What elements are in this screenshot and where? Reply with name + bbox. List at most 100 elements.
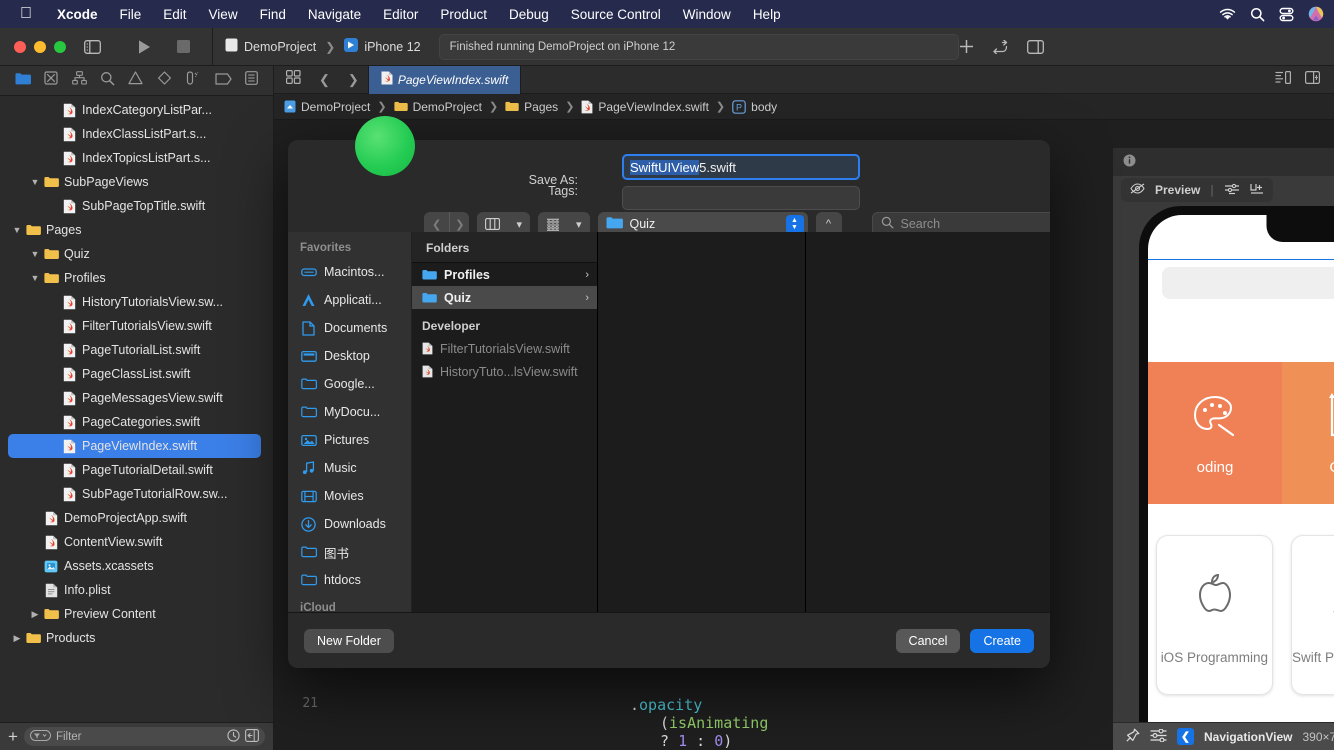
phone-screen[interactable]: 3 odingOfficeOthers iOS ProgrammingSwift… — [1148, 215, 1334, 750]
split-editor-icon[interactable] — [1300, 70, 1334, 89]
filename-input[interactable]: SwiftUIView 5.swift — [622, 154, 860, 180]
user-avatar-icon[interactable] — [1308, 6, 1324, 22]
file-tree-row[interactable]: PageMessagesView.swift — [0, 386, 273, 410]
file-browser-column-2[interactable] — [598, 232, 806, 612]
navigator-tab-bar[interactable] — [0, 66, 273, 96]
stop-icon[interactable] — [177, 40, 190, 53]
file-tree-row[interactable]: IndexClassListPart.s... — [0, 122, 273, 146]
filter-input[interactable]: Filter — [23, 727, 265, 746]
chevron-down-icon[interactable]: ▼ — [28, 249, 42, 259]
folder-icon[interactable] — [15, 72, 31, 90]
code-review-icon[interactable] — [992, 39, 1009, 54]
file-tree-row[interactable]: SubPageTutorialRow.sw... — [0, 482, 273, 506]
apple-icon[interactable]:  — [20, 6, 32, 22]
file-tree-row[interactable]: HistoryTutorialsView.sw... — [0, 290, 273, 314]
menu-item-xcode[interactable]: Xcode — [46, 7, 109, 22]
breadcrumb-item[interactable]: PageViewIndex.swift — [581, 100, 709, 114]
save-dialog[interactable]: Save As: SwiftUIView 5.swift Tags: ❮ ❯ ▾… — [288, 140, 1050, 668]
breakpoint-icon[interactable] — [215, 72, 232, 90]
breadcrumb-item[interactable]: DemoProject — [393, 100, 482, 114]
breadcrumb-item[interactable]: DemoProject — [284, 100, 370, 114]
save-dialog-sidebar[interactable]: Favorites Macintos... Applicati... Document… — [288, 232, 412, 612]
wifi-icon[interactable] — [1219, 8, 1236, 21]
file-tree-row[interactable]: SubPageTopTitle.swift — [0, 194, 273, 218]
file-tree-row[interactable]: PageClassList.swift — [0, 362, 273, 386]
file-row[interactable]: FilterTutorialsView.swift — [412, 337, 597, 360]
file-tree-row[interactable]: ▶ Preview Content — [0, 602, 273, 626]
create-button[interactable]: Create — [970, 628, 1034, 653]
tags-input[interactable] — [622, 186, 860, 210]
file-tree-row-selected[interactable]: PageViewIndex.swift — [8, 434, 261, 458]
editor-tab-pageviewindex[interactable]: PageViewIndex.swift — [367, 65, 522, 94]
sidebar-item[interactable]: Pictures — [288, 426, 411, 454]
file-tree-row[interactable]: ▼ Profiles — [0, 266, 273, 290]
menu-item-edit[interactable]: Edit — [152, 7, 197, 22]
menu-item-help[interactable]: Help — [742, 7, 792, 22]
menu-item-view[interactable]: View — [198, 7, 249, 22]
scheme-selector[interactable]: DemoProject ❯ iPhone 12 — [213, 38, 421, 55]
file-tree-row[interactable]: ▼ SubPageViews — [0, 170, 273, 194]
file-tree-row[interactable]: Info.plist — [0, 578, 273, 602]
breadcrumb-item[interactable]: Pages — [505, 100, 558, 114]
chevron-down-icon[interactable]: ▼ — [28, 177, 42, 187]
save-dialog-file-browser[interactable]: Folders Profiles › Quiz › Developer FilterT… — [412, 232, 1050, 612]
file-browser-column[interactable]: Folders Profiles › Quiz › Developer FilterT… — [412, 232, 598, 612]
menu-item-debug[interactable]: Debug — [498, 7, 560, 22]
report-icon[interactable] — [245, 71, 259, 90]
window-traffic-lights[interactable] — [14, 40, 66, 53]
menu-item-file[interactable]: File — [109, 7, 153, 22]
menu-item-window[interactable]: Window — [672, 7, 742, 22]
preview-control-pill[interactable]: Preview | — [1121, 178, 1273, 202]
sidebar-item[interactable]: MyDocu... — [288, 398, 411, 426]
minimize-window-button[interactable] — [34, 40, 46, 53]
chevron-left-icon[interactable]: ❮ — [1177, 728, 1194, 745]
tutorial-card-list[interactable]: iOS ProgrammingSwift ProgrammingA iOS P — [1148, 535, 1334, 695]
tutorial-card[interactable]: Swift Programming — [1290, 535, 1334, 695]
warning-icon[interactable] — [128, 71, 144, 90]
tab-overview-icon[interactable] — [274, 70, 310, 89]
chevron-down-icon[interactable]: ▼ — [10, 225, 24, 235]
menu-item-editor[interactable]: Editor — [372, 7, 429, 22]
category-strip[interactable]: odingOfficeOthers — [1148, 362, 1334, 504]
sidebar-item[interactable]: Documents — [288, 314, 411, 342]
file-tree[interactable]: IndexCategoryListPar... IndexClassListPar… — [0, 96, 273, 722]
menu-item-navigate[interactable]: Navigate — [297, 7, 372, 22]
menu-item-find[interactable]: Find — [249, 7, 297, 22]
path-stepper-icon[interactable]: ▲ ▼ — [785, 214, 804, 234]
plus-icon[interactable] — [959, 39, 974, 54]
category-item[interactable]: oding — [1148, 362, 1282, 504]
sidebar-item[interactable]: Movies — [288, 482, 411, 510]
chevron-right-icon[interactable]: ▶ — [10, 633, 24, 644]
folder-row-selected[interactable]: Quiz › — [412, 286, 597, 309]
file-tree-row[interactable]: ▼ Pages — [0, 218, 273, 242]
inspect-preview-icon[interactable] — [1224, 183, 1240, 198]
file-tree-row[interactable]: ContentView.swift — [0, 530, 273, 554]
file-tree-row[interactable]: PageTutorialList.swift — [0, 338, 273, 362]
hierarchy-icon[interactable] — [71, 71, 87, 90]
variants-icon[interactable] — [1150, 728, 1167, 745]
right-panel-toggle-icon[interactable] — [1026, 39, 1044, 54]
sidebar-item[interactable]: 图书 — [288, 538, 411, 566]
file-browser-column-3[interactable] — [806, 232, 1050, 612]
sidebar-item[interactable]: htdocs — [288, 566, 411, 594]
search-input[interactable] — [1162, 267, 1334, 299]
scm-filter-icon[interactable] — [245, 728, 259, 745]
sidebar-item[interactable]: Downloads — [288, 510, 411, 538]
file-tree-row[interactable]: PageTutorialDetail.swift — [0, 458, 273, 482]
folder-row[interactable]: Profiles › — [412, 263, 597, 286]
breadcrumb[interactable]: DemoProject ❯ DemoProject ❯ Pages ❯ PageViewIn… — [274, 94, 1334, 120]
zoom-window-button[interactable] — [54, 40, 66, 53]
breadcrumb-item[interactable]: Pbody — [732, 100, 777, 114]
search-icon[interactable] — [100, 71, 115, 91]
preview-eye-icon[interactable] — [1130, 183, 1145, 197]
chevron-left-icon[interactable]: ❮ — [310, 72, 339, 88]
clock-icon[interactable] — [227, 728, 240, 745]
category-item[interactable]: Office — [1282, 362, 1334, 504]
minimap-icon[interactable] — [1266, 70, 1300, 89]
sidebar-item[interactable]: Applicati... — [288, 286, 411, 314]
chevron-right-icon[interactable]: ▶ — [28, 609, 42, 620]
file-row[interactable]: HistoryTuto...lsView.swift — [412, 360, 597, 383]
debug-icon[interactable] — [185, 71, 201, 90]
left-panel-toggle-icon[interactable] — [84, 39, 101, 54]
file-tree-row[interactable]: ▶ Products — [0, 626, 273, 650]
